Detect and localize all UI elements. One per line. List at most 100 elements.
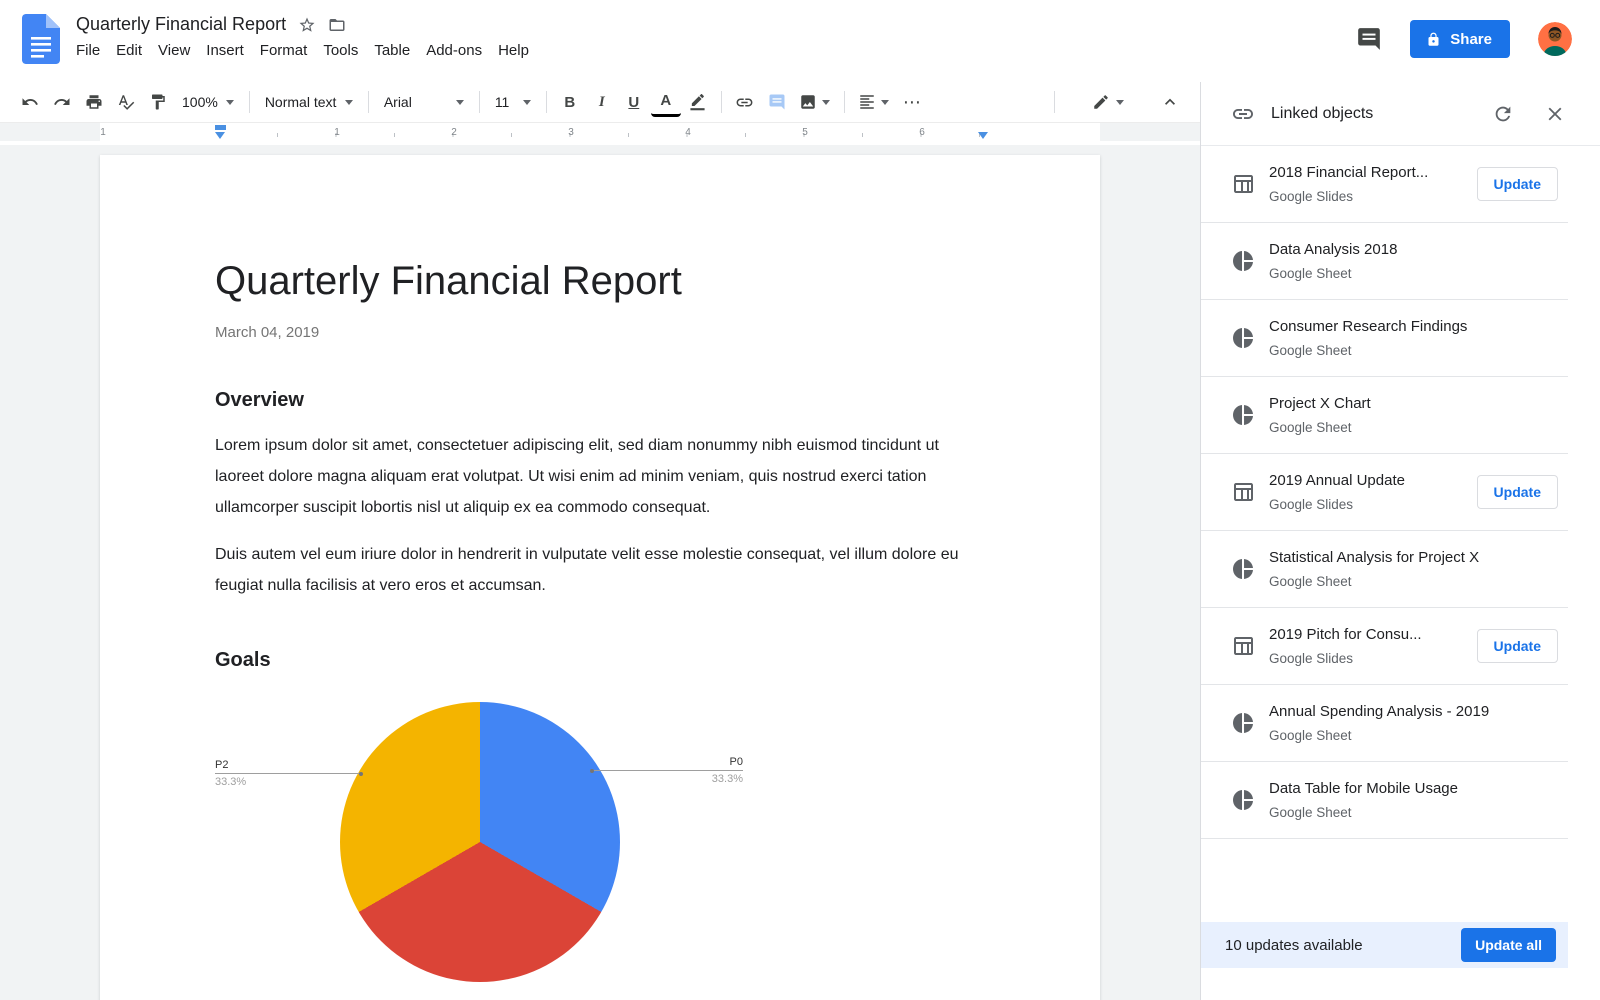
more-options-button[interactable]: ⋯ bbox=[897, 87, 927, 117]
item-subtitle: Google Sheet bbox=[1269, 728, 1489, 743]
pie-chart-icon bbox=[1231, 788, 1255, 812]
linked-object-item[interactable]: Statistical Analysis for Project X Googl… bbox=[1201, 531, 1568, 608]
linked-object-item[interactable]: 2018 Financial Report... Google Slides U… bbox=[1201, 146, 1568, 223]
document-canvas: Quarterly Financial Report March 04, 201… bbox=[0, 145, 1200, 1000]
document-title[interactable]: Quarterly Financial Report bbox=[76, 14, 286, 35]
item-title: 2018 Financial Report... bbox=[1269, 164, 1428, 181]
spellcheck-button[interactable] bbox=[111, 87, 141, 117]
linked-object-item[interactable]: Project X Chart Google Sheet bbox=[1201, 377, 1568, 454]
label-anchor-dot bbox=[359, 772, 363, 776]
item-title: Statistical Analysis for Project X bbox=[1269, 549, 1479, 566]
document-page[interactable]: Quarterly Financial Report March 04, 201… bbox=[100, 155, 1100, 1000]
undo-button[interactable] bbox=[15, 87, 45, 117]
update-button[interactable]: Update bbox=[1477, 167, 1558, 201]
label-leader-line bbox=[215, 773, 363, 774]
collapse-toolbar-button[interactable] bbox=[1155, 87, 1185, 117]
editing-mode-button[interactable] bbox=[1085, 87, 1131, 117]
item-subtitle: Google Slides bbox=[1269, 189, 1428, 204]
linked-object-item[interactable]: Data Analysis 2018 Google Sheet bbox=[1201, 223, 1568, 300]
pie-chart-icon bbox=[1231, 557, 1255, 581]
menu-edit[interactable]: Edit bbox=[108, 39, 150, 62]
menu-table[interactable]: Table bbox=[366, 39, 418, 62]
align-button[interactable] bbox=[853, 87, 895, 117]
ruler-margin-shade bbox=[0, 123, 100, 141]
chevron-down-icon bbox=[822, 100, 830, 105]
menu-file[interactable]: File bbox=[68, 39, 108, 62]
updates-status: 10 updates available bbox=[1225, 937, 1363, 954]
text-color-button[interactable]: A bbox=[651, 87, 681, 117]
paint-format-button[interactable] bbox=[143, 87, 173, 117]
font-family-select[interactable]: Arial bbox=[376, 87, 472, 117]
item-subtitle: Google Sheet bbox=[1269, 266, 1397, 281]
menu-help[interactable]: Help bbox=[490, 39, 537, 62]
folder-icon[interactable] bbox=[328, 16, 346, 34]
table-icon bbox=[1231, 480, 1255, 504]
italic-button[interactable]: I bbox=[587, 87, 617, 117]
embedded-pie-chart[interactable]: P2 33.3% P0 33.3% bbox=[215, 682, 985, 1000]
ruler-number: 1 bbox=[334, 127, 340, 138]
ruler-number: 3 bbox=[568, 127, 574, 138]
linked-object-item[interactable]: 2019 Pitch for Consu... Google Slides Up… bbox=[1201, 608, 1568, 685]
insert-image-button[interactable] bbox=[794, 87, 836, 117]
horizontal-ruler[interactable]: 1 1 2 3 4 5 6 bbox=[0, 123, 1200, 145]
print-button[interactable] bbox=[79, 87, 109, 117]
toolbar-divider bbox=[1054, 91, 1055, 113]
linked-object-item[interactable]: Consumer Research Findings Google Sheet bbox=[1201, 300, 1568, 377]
font-size-select[interactable]: 11 bbox=[487, 87, 539, 117]
item-subtitle: Google Sheet bbox=[1269, 805, 1458, 820]
insert-link-button[interactable] bbox=[730, 87, 760, 117]
pie-chart-icon bbox=[1231, 249, 1255, 273]
paragraph-style-select[interactable]: Normal text bbox=[257, 87, 361, 117]
item-title: Data Analysis 2018 bbox=[1269, 241, 1397, 258]
comment-history-icon[interactable] bbox=[1356, 26, 1382, 52]
menu-format[interactable]: Format bbox=[252, 39, 316, 62]
paragraph[interactable]: Duis autem vel eum iriure dolor in hendr… bbox=[215, 539, 985, 601]
highlight-color-button[interactable] bbox=[683, 87, 713, 117]
google-docs-app: Quarterly Financial Report File Edit Vie… bbox=[0, 0, 1600, 1000]
item-title: 2019 Annual Update bbox=[1269, 472, 1405, 489]
table-icon bbox=[1231, 172, 1255, 196]
linked-object-item[interactable]: Annual Spending Analysis - 2019 Google S… bbox=[1201, 685, 1568, 762]
first-line-indent-marker[interactable] bbox=[215, 125, 226, 130]
chevron-down-icon bbox=[345, 100, 353, 105]
underline-button[interactable]: U bbox=[619, 87, 649, 117]
update-all-button[interactable]: Update all bbox=[1461, 928, 1556, 962]
menu-view[interactable]: View bbox=[150, 39, 198, 62]
refresh-icon[interactable] bbox=[1492, 103, 1514, 125]
bold-button[interactable]: B bbox=[555, 87, 585, 117]
update-button[interactable]: Update bbox=[1477, 475, 1558, 509]
app-header: Quarterly Financial Report File Edit Vie… bbox=[0, 0, 1600, 82]
linked-object-item[interactable]: 2019 Annual Update Google Slides Update bbox=[1201, 454, 1568, 531]
toolbar-divider bbox=[721, 91, 722, 113]
zoom-select[interactable]: 100% bbox=[174, 87, 242, 117]
add-comment-button[interactable] bbox=[762, 87, 792, 117]
goals-heading[interactable]: Goals bbox=[215, 649, 985, 672]
updates-footer-bar: 10 updates available Update all bbox=[1201, 922, 1568, 968]
close-icon[interactable] bbox=[1544, 103, 1566, 125]
star-icon[interactable] bbox=[298, 16, 316, 34]
ruler-number: 2 bbox=[451, 127, 457, 138]
linked-object-item[interactable]: Data Table for Mobile Usage Google Sheet bbox=[1201, 762, 1568, 839]
toolbar-divider bbox=[844, 91, 845, 113]
redo-button[interactable] bbox=[47, 87, 77, 117]
chevron-down-icon bbox=[1116, 100, 1124, 105]
menu-insert[interactable]: Insert bbox=[198, 39, 252, 62]
table-icon bbox=[1231, 634, 1255, 658]
doc-date[interactable]: March 04, 2019 bbox=[215, 324, 985, 341]
paragraph[interactable]: Lorem ipsum dolor sit amet, consectetuer… bbox=[215, 430, 985, 523]
menu-tools[interactable]: Tools bbox=[315, 39, 366, 62]
doc-body-title[interactable]: Quarterly Financial Report bbox=[215, 259, 985, 304]
pie-graphic bbox=[340, 702, 620, 982]
linked-objects-panel: Linked objects 2018 Financial Report... … bbox=[1200, 82, 1600, 1000]
right-indent-marker[interactable] bbox=[978, 132, 988, 139]
avatar[interactable] bbox=[1538, 22, 1572, 56]
toolbar-divider bbox=[249, 91, 250, 113]
left-indent-marker[interactable] bbox=[215, 132, 225, 139]
menu-addons[interactable]: Add-ons bbox=[418, 39, 490, 62]
update-button[interactable]: Update bbox=[1477, 629, 1558, 663]
toolbar-divider bbox=[479, 91, 480, 113]
overview-heading[interactable]: Overview bbox=[215, 389, 985, 412]
item-subtitle: Google Sheet bbox=[1269, 343, 1467, 358]
docs-logo[interactable] bbox=[22, 14, 60, 64]
share-button[interactable]: Share bbox=[1410, 20, 1510, 58]
